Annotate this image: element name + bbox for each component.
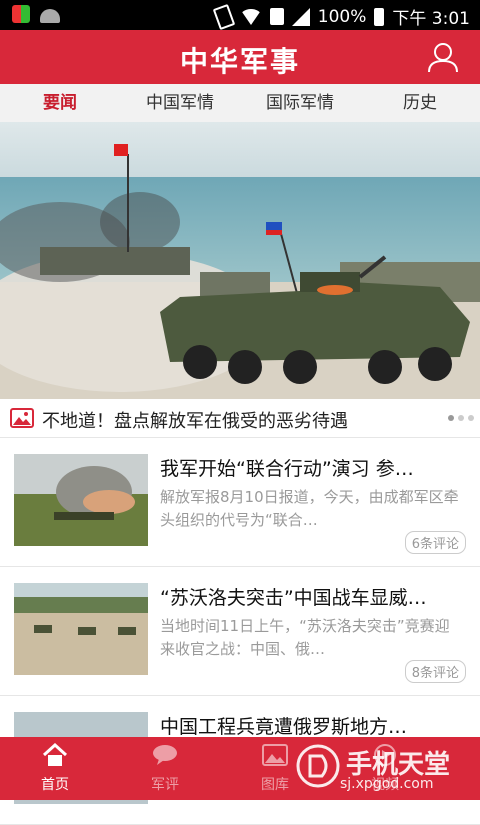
news-list-item[interactable]: 我军开始“联合行动”演习 参… 解放军报8月10日报道，今天，由成都军区牵头组织… — [0, 438, 480, 567]
news-thumbnail — [14, 454, 148, 546]
carousel-dot[interactable] — [448, 415, 454, 421]
comment-count-badge: 8条评论 — [404, 660, 466, 683]
watermark-logo-icon — [296, 744, 340, 788]
vibrate-icon — [212, 3, 236, 30]
tab-history[interactable]: 历史 — [360, 84, 480, 122]
shield-icon — [12, 5, 30, 23]
news-title: 中国工程兵竟遭俄罗斯地方… — [160, 716, 408, 738]
carousel-dot[interactable] — [458, 415, 464, 421]
watermark-url: sj.xpgod.com — [340, 776, 434, 792]
image-icon — [10, 408, 34, 428]
nav-comments-label: 军评 — [151, 777, 179, 793]
user-icon — [428, 43, 458, 73]
signal-icon — [291, 7, 310, 26]
tab-headlines[interactable]: 要闻 — [0, 84, 120, 122]
carousel-indicator — [448, 415, 474, 421]
news-title: “苏沃洛夫突击”中国战车显威… — [160, 587, 427, 609]
news-summary: 解放军报8月10日报道，今天，由成都军区牵头组织的代号为“联合… — [160, 488, 459, 529]
watermark: 手机天堂 sj.xpgod.com — [294, 740, 474, 796]
category-tabs: 要闻 中国军情 国际军情 历史 — [0, 84, 480, 123]
nav-home[interactable]: 首页 — [0, 737, 110, 800]
user-profile-button[interactable] — [426, 40, 460, 74]
carousel-dot[interactable] — [468, 415, 474, 421]
news-title: 我军开始“联合行动”演习 参… — [160, 458, 414, 480]
tab-china-military[interactable]: 中国军情 — [120, 84, 240, 122]
hero-banner-image[interactable] — [0, 122, 480, 399]
nav-home-label: 首页 — [41, 777, 69, 793]
battery-icon — [374, 7, 385, 26]
clock: 下午 3:01 — [392, 9, 470, 29]
news-thumbnail — [14, 583, 148, 675]
news-list-item[interactable]: “苏沃洛夫突击”中国战车显威… 当地时间11日上午，“苏沃洛夫突击”竞赛迎来收官… — [0, 567, 480, 696]
image-icon — [262, 744, 288, 766]
chat-icon — [153, 745, 177, 765]
android-icon — [40, 9, 60, 23]
home-icon — [42, 742, 68, 766]
status-bar: 100% 下午 3:01 — [0, 0, 480, 30]
battery-level: 100% — [317, 6, 367, 27]
wifi-icon — [239, 8, 262, 25]
tab-international-military[interactable]: 国际军情 — [240, 84, 360, 122]
hero-caption-text: 不地道！盘点解放军在俄受的恶劣待遇 — [42, 411, 348, 432]
nav-comments[interactable]: 军评 — [110, 737, 220, 800]
news-summary: 当地时间11日上午，“苏沃洛夫突击”竞赛迎来收官之战：中国、俄… — [160, 617, 450, 658]
sim-icon — [269, 8, 284, 25]
hero-caption[interactable]: 不地道！盘点解放军在俄受的恶劣待遇 — [0, 399, 480, 438]
app-header: 中华军事 — [0, 30, 480, 84]
comment-count-badge: 6条评论 — [404, 531, 466, 554]
app-title: 中华军事 — [179, 45, 300, 78]
